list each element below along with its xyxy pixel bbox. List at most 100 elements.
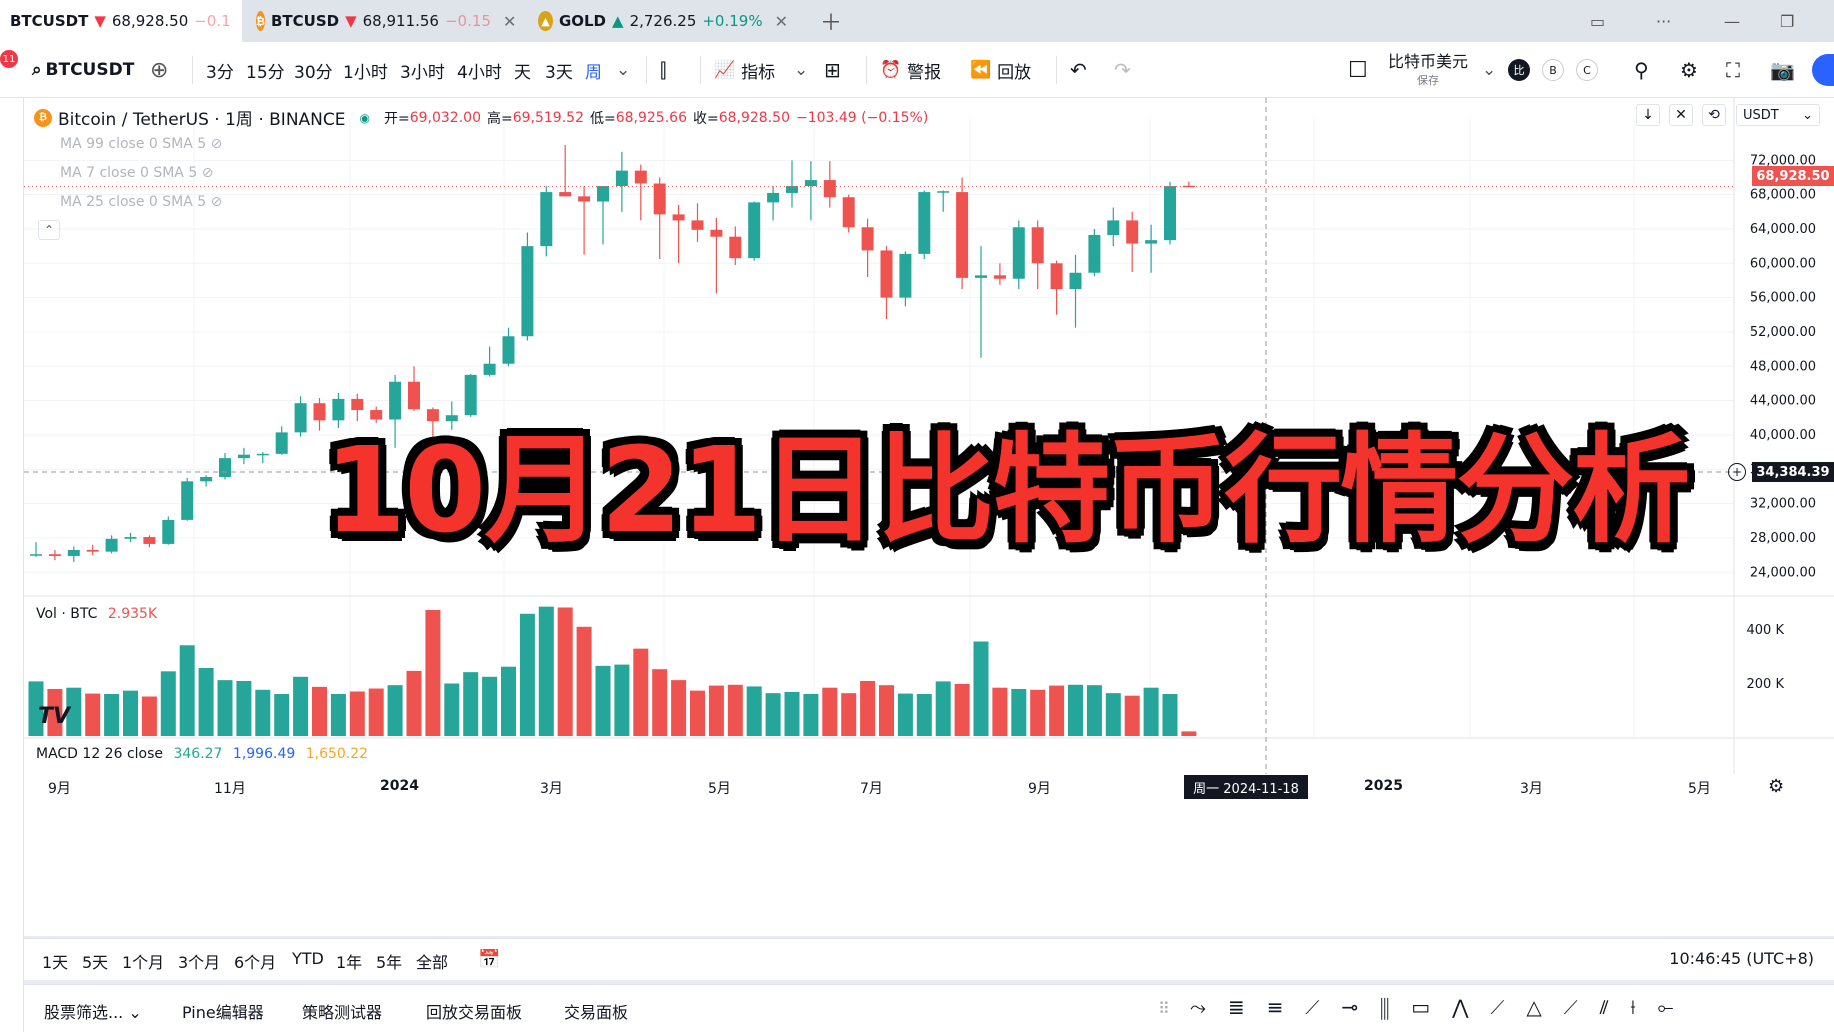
ma-text: MA 99 close 0 SMA 5 (60, 136, 207, 152)
volume-bar (501, 666, 516, 736)
axis-settings-icon[interactable]: ⚙ (1768, 776, 1784, 797)
tab-screener[interactable]: 股票筛选... ⌄ (44, 999, 142, 1023)
candle-body (67, 549, 80, 556)
interval-3m[interactable]: 3分 (206, 42, 234, 98)
tab-gold[interactable]: ▲ GOLD ▲ 2,726.25 +0.19% ✕ (528, 0, 798, 42)
undo-icon[interactable]: ↶ (1070, 42, 1087, 98)
fullscreen-icon[interactable]: ⛶ (1726, 42, 1740, 98)
tab-replay-panel[interactable]: 回放交易面板 (426, 999, 522, 1023)
templates-icon[interactable]: ⊞ (824, 42, 841, 98)
range-ytd[interactable]: YTD (292, 949, 324, 968)
interval-15m[interactable]: 15分 (246, 42, 285, 98)
tab-trading-panel[interactable]: 交易面板 (564, 999, 628, 1023)
interval-1w[interactable]: 周 (585, 42, 602, 98)
candle-type-icon[interactable]: ⫿ (660, 42, 666, 98)
interval-1h[interactable]: 1小时 (343, 42, 388, 98)
ma7-label[interactable]: MA 7 close 0 SMA 5 ⊘ (60, 165, 213, 181)
range-1m[interactable]: 1个月 (122, 949, 164, 973)
range-1y[interactable]: 1年 (336, 949, 362, 973)
monitor-icon[interactable]: ▭ (1590, 0, 1605, 42)
interval-3d[interactable]: 3天 (545, 42, 573, 98)
quick-search-icon[interactable]: ⚲ (1634, 42, 1649, 98)
range-3m[interactable]: 3个月 (178, 949, 220, 973)
redo-icon[interactable]: ↷ (1114, 42, 1131, 98)
tab-btcusd[interactable]: ₿ BTCUSD ▼ 68,911.56 −0.15 ✕ (246, 0, 516, 42)
currency-chip[interactable]: C (1576, 59, 1598, 81)
layout-name[interactable]: 比特币美元 保存 (1388, 48, 1468, 88)
camera-icon[interactable]: 📷 (1770, 42, 1795, 98)
tab-btcusdt[interactable]: BTCUSDT ▼ 68,928.50 −0.1 ✕ (0, 0, 242, 42)
layout-title: 比特币美元 (1388, 52, 1469, 71)
reset-icon[interactable]: ⟲ (1702, 104, 1726, 126)
close-icon[interactable]: ✕ (503, 12, 516, 31)
chevron-down-icon[interactable]: ⌄ (794, 42, 808, 98)
collapse-icon[interactable]: ✕ (1669, 104, 1693, 126)
range-all[interactable]: 全部 (416, 949, 448, 973)
volume-bar (708, 685, 724, 736)
candle-body (956, 192, 969, 278)
time-tick: 3月 (1520, 781, 1543, 797)
add-alert-icon[interactable]: + (1728, 463, 1746, 481)
volume-bar (671, 680, 687, 736)
publish-button[interactable] (1812, 54, 1834, 86)
symbol-search[interactable]: ⌕ BTCUSDT (32, 42, 134, 98)
candle-body (200, 476, 213, 482)
volume-bar (425, 610, 441, 736)
candle-body (918, 192, 931, 254)
volume-bar (160, 671, 176, 736)
chevron-down-icon[interactable]: ⌄ (1482, 42, 1496, 98)
range-5d[interactable]: 5天 (82, 949, 108, 973)
interval-30m[interactable]: 30分 (294, 42, 333, 98)
eye-off-icon[interactable]: ⊘ (211, 194, 223, 210)
chevron-down-icon[interactable]: ⌄ (616, 42, 630, 98)
time-tick: 2025 (1364, 778, 1403, 794)
bitcoin-icon: ₿ (34, 108, 52, 127)
settings-gear-icon[interactable]: ⚙ (1680, 42, 1698, 98)
tab-price: 68,928.50 (111, 12, 189, 30)
notification-badge[interactable]: 11 (0, 50, 18, 68)
interval-4h[interactable]: 4小时 (457, 42, 502, 98)
calendar-icon[interactable]: 📅 (478, 949, 500, 970)
eye-off-icon[interactable]: ⊘ (211, 136, 223, 152)
collapse-legend-icon[interactable]: ⌃ (38, 220, 60, 240)
eye-off-icon[interactable]: ⊘ (202, 165, 214, 181)
layout-checkbox-icon[interactable]: ☐ (1348, 42, 1368, 98)
replay-button[interactable]: ⏪ 回放 (970, 42, 1031, 98)
close-icon[interactable]: ✕ (775, 12, 788, 31)
candle-body (1050, 263, 1063, 290)
download-icon[interactable]: ↓ (1636, 104, 1660, 126)
volume-bar (746, 686, 762, 736)
interval-3h[interactable]: 3小时 (400, 42, 445, 98)
indicators-button[interactable]: 📈 指标 (714, 42, 775, 98)
volume-bar (1086, 685, 1102, 736)
ma99-label[interactable]: MA 99 close 0 SMA 5 ⊘ (60, 136, 222, 152)
alert-label: 警报 (907, 62, 942, 83)
interval-1d[interactable]: 天 (514, 42, 531, 98)
minimize-icon[interactable]: — (1724, 0, 1740, 42)
range-bar: 1天 5天 1个月 3个月 6个月 YTD 1年 5年 全部 📅 10:46:4… (24, 938, 1834, 980)
currency-chip[interactable]: B (1542, 59, 1564, 81)
new-tab-icon[interactable]: ＋ (820, 0, 842, 42)
ma25-label[interactable]: MA 25 close 0 SMA 5 ⊘ (60, 194, 222, 210)
tab-strategy-tester[interactable]: 策略测试器 (302, 999, 382, 1023)
more-icon[interactable]: ··· (1656, 0, 1671, 42)
currency-chip[interactable]: 比 (1508, 59, 1530, 81)
range-1d[interactable]: 1天 (42, 949, 68, 973)
tab-pine-editor[interactable]: Pine编辑器 (182, 999, 264, 1023)
maximize-icon[interactable]: ❐ (1780, 0, 1794, 42)
drag-handle-icon[interactable]: ⠿ (1158, 999, 1170, 1018)
currency-select[interactable]: USDT ⌄ (1736, 104, 1820, 126)
range-6m[interactable]: 6个月 (234, 949, 276, 973)
volume-bar (935, 681, 951, 736)
alert-button[interactable]: ⏰ 警报 (880, 42, 941, 98)
top-toolbar: 11 ⌕ BTCUSDT ⊕ 3分 15分 30分 1小时 3小时 4小时 天 … (0, 42, 1834, 98)
range-5y[interactable]: 5年 (376, 949, 402, 973)
candle-body (899, 253, 912, 298)
candle-body (162, 519, 175, 544)
compare-add-icon[interactable]: ⊕ (150, 42, 168, 98)
drawing-tools-strip[interactable]: ⤳≣≡⟋⊸⫼▭⋀⟋△⟋⫽⟊⟜ (1190, 995, 1696, 1019)
clock-label[interactable]: 10:46:45 (UTC+8) (1669, 949, 1814, 968)
legend-high: 69,519.52 (512, 109, 584, 126)
volume-bar (727, 684, 743, 736)
chart-pane[interactable]: 24,000.0028,000.0032,000.0036,000.0040,0… (24, 98, 1834, 936)
